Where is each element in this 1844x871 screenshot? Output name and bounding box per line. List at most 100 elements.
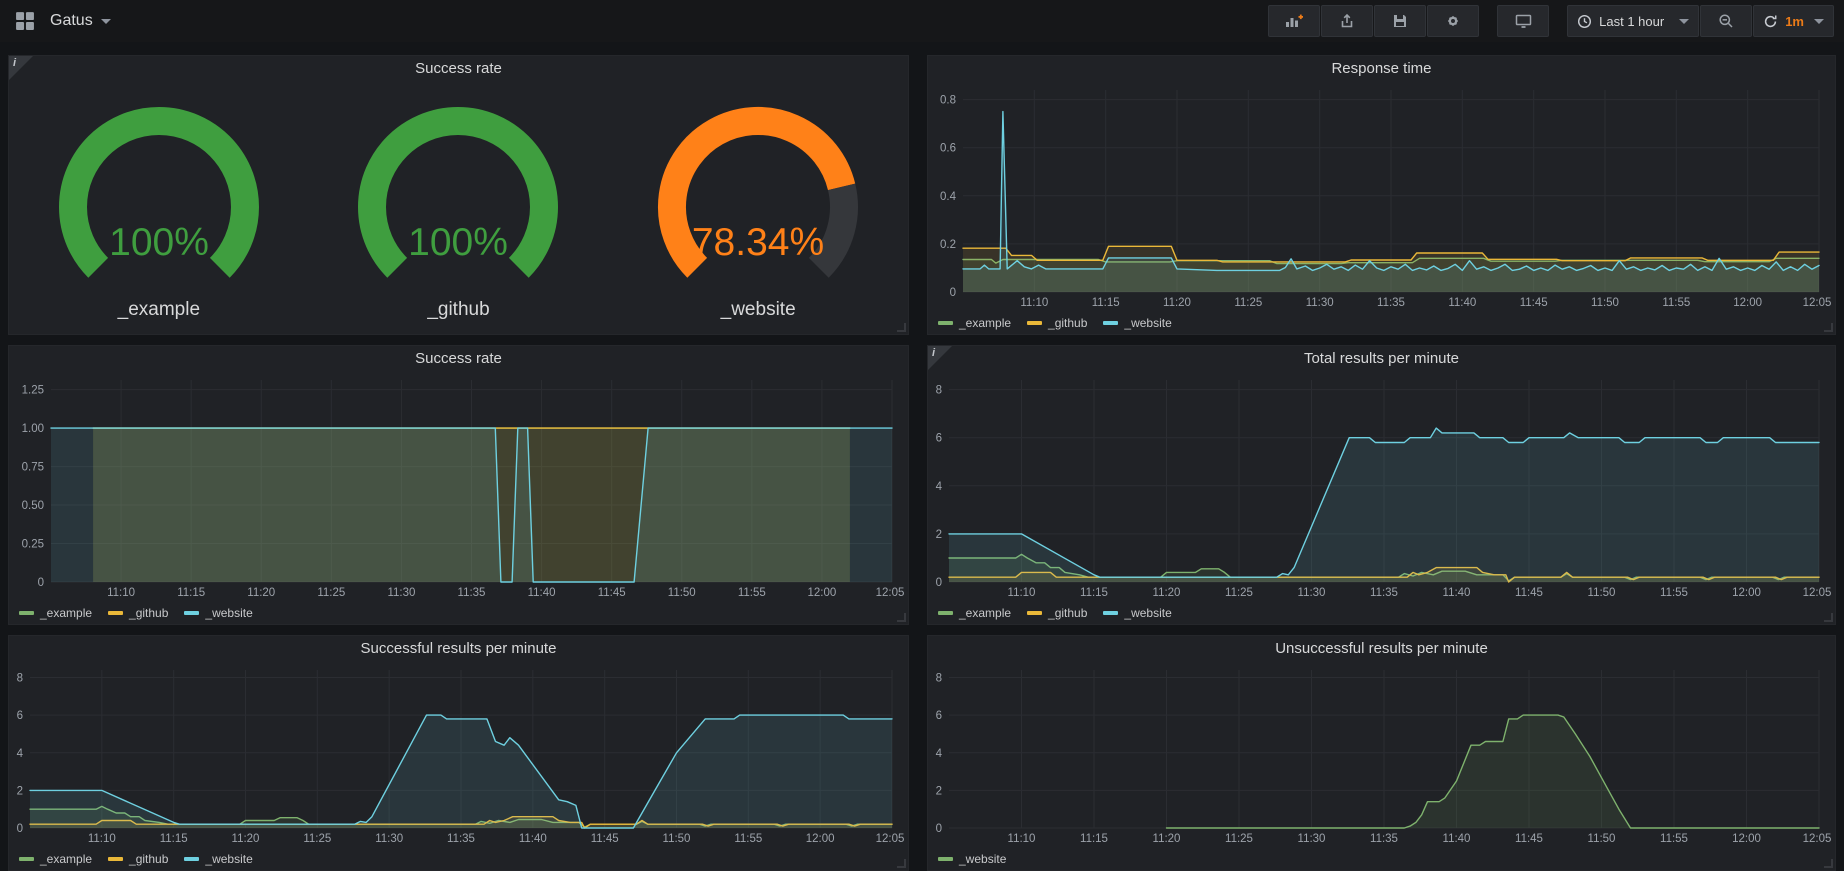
legend-series-label: _website — [205, 606, 252, 620]
svg-text:11:25: 11:25 — [1234, 297, 1262, 309]
panel-success-rate-timeseries: Success rate 11:1011:1511:2011:2511:3011… — [8, 345, 909, 625]
chevron-down-icon — [1814, 19, 1824, 24]
panel-title[interactable]: Unsuccessful results per minute — [928, 636, 1835, 662]
svg-text:4: 4 — [936, 481, 943, 493]
save-icon — [1392, 13, 1408, 29]
svg-text:11:15: 11:15 — [160, 833, 188, 845]
legend-item-github[interactable]: _github — [1027, 606, 1087, 620]
panel-title[interactable]: Success rate — [9, 56, 908, 82]
apps-grid-icon[interactable] — [14, 10, 36, 32]
legend-item-github[interactable]: _github — [108, 606, 168, 620]
svg-text:0: 0 — [38, 577, 44, 589]
refresh-picker[interactable]: 1m — [1753, 5, 1834, 37]
gauge-website[interactable]: 78.34% _website — [610, 95, 907, 321]
legend-item-github[interactable]: _github — [108, 852, 168, 866]
save-dashboard-button[interactable] — [1374, 5, 1426, 37]
dashboard-settings-button[interactable] — [1427, 5, 1479, 37]
legend-item-website[interactable]: _website — [938, 852, 1006, 866]
chart-legend: _example _github _website — [928, 602, 1835, 624]
chevron-down-icon — [101, 19, 111, 24]
response-time-plot[interactable]: 11:1011:1511:2011:2511:3011:3511:4011:45… — [928, 82, 1835, 312]
legend-series-label: _website — [205, 852, 252, 866]
svg-text:1.00: 1.00 — [22, 423, 44, 435]
panel-title[interactable]: Successful results per minute — [9, 636, 908, 662]
svg-text:11:30: 11:30 — [387, 587, 415, 599]
svg-text:0.2: 0.2 — [940, 239, 956, 251]
svg-text:0: 0 — [936, 823, 942, 835]
total-results-plot[interactable]: 11:1011:1511:2011:2511:3011:3511:4011:45… — [928, 372, 1835, 602]
panel-total-results: Total results per minute 11:1011:1511:20… — [927, 345, 1836, 625]
cycle-view-mode-button[interactable] — [1497, 5, 1549, 37]
add-panel-icon — [1285, 13, 1303, 29]
svg-text:11:40: 11:40 — [519, 833, 547, 845]
legend-series-dash — [19, 857, 34, 861]
legend-item-website[interactable]: _website — [1103, 316, 1171, 330]
gauge-example[interactable]: 100%_example — [11, 95, 308, 321]
svg-text:11:10: 11:10 — [88, 833, 116, 845]
legend-item-example[interactable]: _example — [938, 606, 1011, 620]
zoom-out-icon — [1718, 13, 1734, 29]
svg-text:11:50: 11:50 — [1591, 297, 1619, 309]
svg-text:11:50: 11:50 — [663, 833, 691, 845]
legend-item-website[interactable]: _website — [1103, 606, 1171, 620]
svg-text:11:45: 11:45 — [591, 833, 619, 845]
svg-text:6: 6 — [17, 710, 23, 722]
svg-text:12:00: 12:00 — [1732, 833, 1761, 845]
panel-info-icon[interactable] — [928, 346, 952, 370]
gauge-label: _website — [721, 299, 796, 321]
legend-item-website[interactable]: _website — [184, 852, 252, 866]
gauge-value: 100% — [409, 221, 509, 264]
svg-text:4: 4 — [17, 748, 24, 760]
svg-text:2: 2 — [936, 529, 942, 541]
gauge-label: _github — [427, 299, 489, 321]
svg-text:11:40: 11:40 — [1443, 587, 1471, 599]
panel-title[interactable]: Response time — [928, 56, 1835, 82]
panel-info-icon[interactable] — [9, 56, 33, 80]
svg-text:11:45: 11:45 — [598, 587, 626, 599]
panel-success-rate-gauges: Success rate 100%_example 100% _github 78.3… — [8, 55, 909, 335]
svg-text:11:10: 11:10 — [1020, 297, 1048, 309]
clock-icon — [1577, 14, 1592, 29]
svg-text:0: 0 — [936, 577, 942, 589]
legend-series-dash — [19, 611, 34, 615]
svg-text:11:35: 11:35 — [458, 587, 486, 599]
legend-item-website[interactable]: _website — [184, 606, 252, 620]
legend-series-dash — [1027, 611, 1042, 615]
svg-text:11:45: 11:45 — [1520, 297, 1548, 309]
dashboard-title-dropdown[interactable]: Gatus — [50, 12, 111, 30]
svg-text:11:20: 11:20 — [247, 587, 275, 599]
legend-series-dash — [184, 857, 199, 861]
svg-text:0.8: 0.8 — [940, 95, 956, 107]
panel-response-time: Response time 11:1011:1511:2011:2511:301… — [927, 55, 1836, 335]
legend-item-example[interactable]: _example — [19, 606, 92, 620]
legend-series-label: _example — [959, 316, 1011, 330]
successful-results-plot[interactable]: 11:1011:1511:2011:2511:3011:3511:4011:45… — [9, 662, 908, 848]
share-dashboard-button[interactable] — [1321, 5, 1373, 37]
zoom-out-button[interactable] — [1700, 5, 1752, 37]
legend-item-example[interactable]: _example — [938, 316, 1011, 330]
legend-series-dash — [938, 857, 953, 861]
svg-text:11:45: 11:45 — [1515, 833, 1543, 845]
panel-title[interactable]: Total results per minute — [928, 346, 1835, 372]
svg-text:12:05: 12:05 — [1803, 833, 1832, 845]
panel-title[interactable]: Success rate — [9, 346, 908, 372]
svg-text:12:00: 12:00 — [1732, 587, 1761, 599]
time-range-picker[interactable]: Last 1 hour — [1567, 5, 1699, 37]
legend-series-dash — [1103, 321, 1118, 325]
unsuccessful-results-plot[interactable]: 11:1011:1511:2011:2511:3011:3511:4011:45… — [928, 662, 1835, 848]
navbar: Gatus — [0, 0, 1844, 42]
gauge-row[interactable]: 100%_example 100% _github 78.34% _website — [9, 82, 908, 334]
gauge-value: 78.34% — [692, 221, 824, 264]
legend-item-example[interactable]: _example — [19, 852, 92, 866]
legend-item-github[interactable]: _github — [1027, 316, 1087, 330]
refresh-interval-label: 1m — [1785, 14, 1804, 29]
success-rate-plot[interactable]: 11:1011:1511:2011:2511:3011:3511:4011:45… — [9, 372, 908, 602]
svg-text:12:05: 12:05 — [1803, 297, 1832, 309]
gauge-github[interactable]: 100% _github — [310, 95, 607, 321]
panel-unsuccessful-results: Unsuccessful results per minute 11:1011:… — [927, 635, 1836, 871]
svg-text:11:10: 11:10 — [1008, 587, 1036, 599]
legend-series-dash — [184, 611, 199, 615]
svg-text:8: 8 — [936, 385, 942, 397]
add-panel-button[interactable] — [1268, 5, 1320, 37]
legend-series-label: _website — [959, 852, 1006, 866]
